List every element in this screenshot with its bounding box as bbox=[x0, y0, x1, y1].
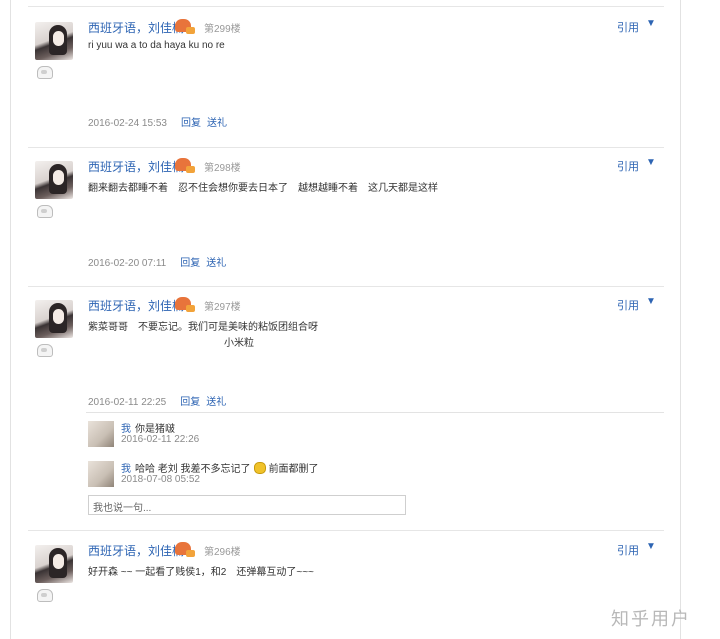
avatar[interactable] bbox=[35, 545, 73, 583]
reply-link[interactable]: 回复 bbox=[180, 258, 200, 269]
quote-link[interactable]: 引用 bbox=[617, 158, 639, 174]
content-text: 好开森 ~~ 一起看了贱侯1，和2 还弹幕互动了~~~ bbox=[88, 567, 314, 578]
post-content: ri yuu wa a to da haya ku no re bbox=[88, 40, 225, 51]
medal-icon bbox=[37, 66, 53, 79]
level-badge-icon bbox=[175, 19, 195, 34]
post-divider bbox=[28, 147, 664, 148]
timestamp: 2016-02-11 22:25 bbox=[88, 397, 167, 408]
content-signature: 小米粒 bbox=[224, 338, 254, 349]
reply-input[interactable]: 我也说一句... bbox=[88, 495, 406, 515]
reply-item: 我 你是猪啵 2016-02-11 22:26 bbox=[88, 421, 648, 451]
post-divider bbox=[28, 286, 664, 287]
post-content: 好开森 ~~ 一起看了贱侯1，和2 还弹幕互动了~~~ bbox=[88, 563, 314, 578]
reply-link[interactable]: 回复 bbox=[181, 118, 201, 129]
floor-number: 第298楼 bbox=[204, 163, 241, 174]
dropdown-triangle-icon[interactable]: ▼ bbox=[646, 157, 656, 168]
avatar[interactable] bbox=[35, 22, 73, 60]
medal-icon bbox=[37, 344, 53, 357]
reply-username[interactable]: 我 bbox=[121, 420, 131, 435]
quote-link[interactable]: 引用 bbox=[617, 19, 639, 35]
dropdown-triangle-icon[interactable]: ▼ bbox=[646, 18, 656, 29]
reply-time: 2016-02-11 22:26 bbox=[121, 434, 200, 445]
post-meta: 2016-02-24 15:53 回复 送礼 bbox=[88, 114, 227, 129]
username-link[interactable]: 西班牙语，刘佳楠 bbox=[88, 542, 184, 559]
avatar[interactable] bbox=[35, 161, 73, 199]
content-text: 紫菜哥哥 不要忘记。我们可是美味的粘饭团组合呀 bbox=[88, 322, 318, 333]
avatar[interactable] bbox=[35, 300, 73, 338]
level-badge-icon bbox=[175, 297, 195, 312]
reply-avatar[interactable] bbox=[88, 461, 114, 487]
timestamp: 2016-02-24 15:53 bbox=[88, 118, 167, 129]
level-badge-icon bbox=[175, 542, 195, 557]
reply-avatar[interactable] bbox=[88, 421, 114, 447]
floor-number: 第299楼 bbox=[204, 24, 241, 35]
page-frame-left bbox=[10, 0, 11, 639]
level-badge-icon bbox=[175, 158, 195, 173]
post-divider bbox=[28, 530, 664, 531]
gift-link[interactable]: 送礼 bbox=[206, 397, 226, 408]
content-text: ri yuu wa a to da haya ku no re bbox=[88, 40, 225, 51]
reply-text: 哈哈 老刘 我差不多忘记了 前面都删了 bbox=[135, 462, 319, 475]
gift-link[interactable]: 送礼 bbox=[207, 118, 227, 129]
post-divider bbox=[28, 6, 664, 7]
timestamp: 2016-02-20 07:11 bbox=[88, 258, 167, 269]
username-link[interactable]: 西班牙语，刘佳楠 bbox=[88, 19, 184, 36]
gift-link[interactable]: 送礼 bbox=[206, 258, 226, 269]
reply-text: 你是猪啵 bbox=[135, 424, 175, 435]
post-meta: 2016-02-20 07:11 回复 送礼 bbox=[88, 254, 226, 269]
quote-link[interactable]: 引用 bbox=[617, 542, 639, 558]
reply-thread: 我 你是猪啵 2016-02-11 22:26 我 哈哈 老刘 我差不多忘记了前… bbox=[86, 412, 664, 523]
floor-number: 第296楼 bbox=[204, 547, 241, 558]
floor-number: 第297楼 bbox=[204, 302, 241, 313]
medal-icon bbox=[37, 589, 53, 602]
page-frame-right bbox=[680, 0, 681, 639]
username-link[interactable]: 西班牙语，刘佳楠 bbox=[88, 158, 184, 175]
dropdown-triangle-icon[interactable]: ▼ bbox=[646, 541, 656, 552]
reply-username[interactable]: 我 bbox=[121, 460, 131, 475]
post-content: 紫菜哥哥 不要忘记。我们可是美味的粘饭团组合呀 小米粒 bbox=[88, 318, 318, 349]
reply-time: 2018-07-08 05:52 bbox=[121, 474, 200, 485]
dropdown-triangle-icon[interactable]: ▼ bbox=[646, 296, 656, 307]
username-link[interactable]: 西班牙语，刘佳楠 bbox=[88, 297, 184, 314]
smile-emoji-icon bbox=[253, 462, 266, 474]
reply-link[interactable]: 回复 bbox=[180, 397, 200, 408]
zhihu-watermark: 知乎用户 bbox=[611, 609, 691, 630]
post-content: 翻来翻去都睡不着 忍不住会想你要去日本了 越想越睡不着 这几天都是这样 bbox=[88, 179, 438, 194]
medal-icon bbox=[37, 205, 53, 218]
reply-item: 我 哈哈 老刘 我差不多忘记了 前面都删了 2018-07-08 05:52 bbox=[88, 461, 648, 491]
content-text: 翻来翻去都睡不着 忍不住会想你要去日本了 越想越睡不着 这几天都是这样 bbox=[88, 183, 438, 194]
quote-link[interactable]: 引用 bbox=[617, 297, 639, 313]
post-meta: 2016-02-11 22:25 回复 送礼 bbox=[88, 393, 226, 408]
